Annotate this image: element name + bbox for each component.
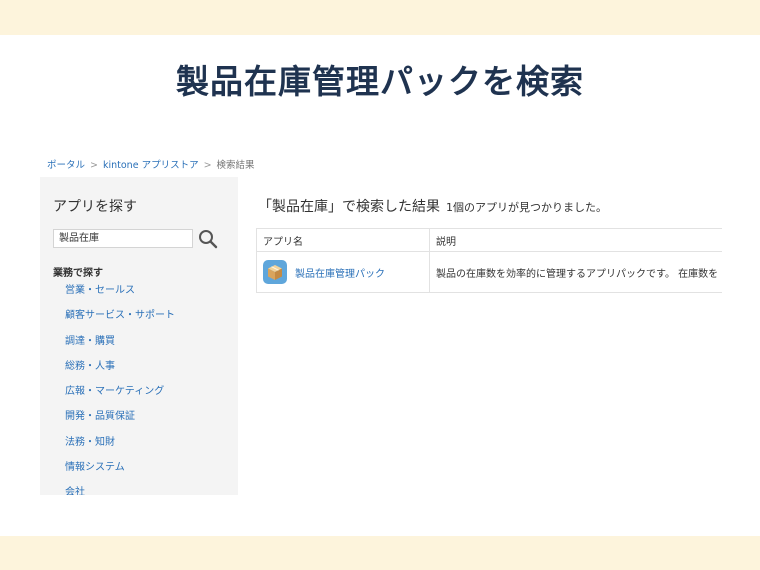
category-item-general-affairs[interactable]: 総務・人事 [65, 360, 175, 385]
breadcrumb-store-link[interactable]: kintone アプリストア [103, 160, 199, 171]
app-name-cell: 製品在庫管理パック [256, 251, 430, 293]
app-link[interactable]: 製品在庫管理パック [263, 260, 423, 284]
search-button[interactable] [197, 228, 219, 250]
category-item-customer-support[interactable]: 顧客サービス・サポート [65, 309, 175, 334]
sidebar-heading: アプリを探す [53, 199, 137, 215]
category-item-legal[interactable]: 法務・知財 [65, 436, 175, 461]
category-heading: 業務で探す [53, 268, 103, 279]
sidebar: アプリを探す 製品在庫 業務で探す 営業・セールス 顧客サービス・サポート 調達… [40, 177, 238, 495]
results-query-text: 「製品在庫」で検索した結果 [258, 199, 440, 215]
category-item-marketing[interactable]: 広報・マーケティング [65, 385, 175, 410]
column-header-app-name: アプリ名 [256, 228, 430, 252]
breadcrumb-portal-link[interactable]: ポータル [47, 160, 85, 171]
slide-title: 製品在庫管理パックを検索 [176, 62, 584, 101]
results-heading: 「製品在庫」で検索した結果 1個のアプリが見つかりました。 [258, 196, 607, 216]
category-item-company[interactable]: 会社 [65, 486, 175, 495]
table-header-row: アプリ名 説明 [256, 228, 722, 252]
search-input[interactable]: 製品在庫 [53, 229, 193, 248]
category-item-sales[interactable]: 営業・セールス [65, 284, 175, 309]
box-icon [263, 260, 287, 284]
category-item-development[interactable]: 開発・品質保証 [65, 410, 175, 435]
results-table: アプリ名 説明 製品在庫管理パック 製品の在庫数を効率的に管理するアプリパックで… [256, 228, 722, 293]
category-list: 営業・セールス 顧客サービス・サポート 調達・購買 総務・人事 広報・マーケティ… [65, 284, 175, 495]
table-row: 製品在庫管理パック 製品の在庫数を効率的に管理するアプリパックです。 在庫数を [256, 251, 722, 293]
breadcrumb-separator: > [203, 160, 212, 171]
breadcrumb-separator: > [90, 160, 98, 171]
category-item-procurement[interactable]: 調達・購買 [65, 335, 175, 360]
results-count: 1個のアプリが見つかりました。 [446, 201, 607, 214]
breadcrumb: ポータル > kintone アプリストア > 検索結果 [47, 157, 255, 171]
search-icon [199, 230, 218, 249]
app-description: 製品の在庫数を効率的に管理するアプリパックです。 在庫数を [429, 251, 722, 293]
breadcrumb-current: 検索結果 [216, 160, 255, 171]
app-name: 製品在庫管理パック [295, 268, 385, 280]
bottom-band [0, 536, 760, 570]
column-header-description: 説明 [429, 228, 722, 252]
top-band [0, 0, 760, 35]
category-item-it[interactable]: 情報システム [65, 461, 175, 486]
